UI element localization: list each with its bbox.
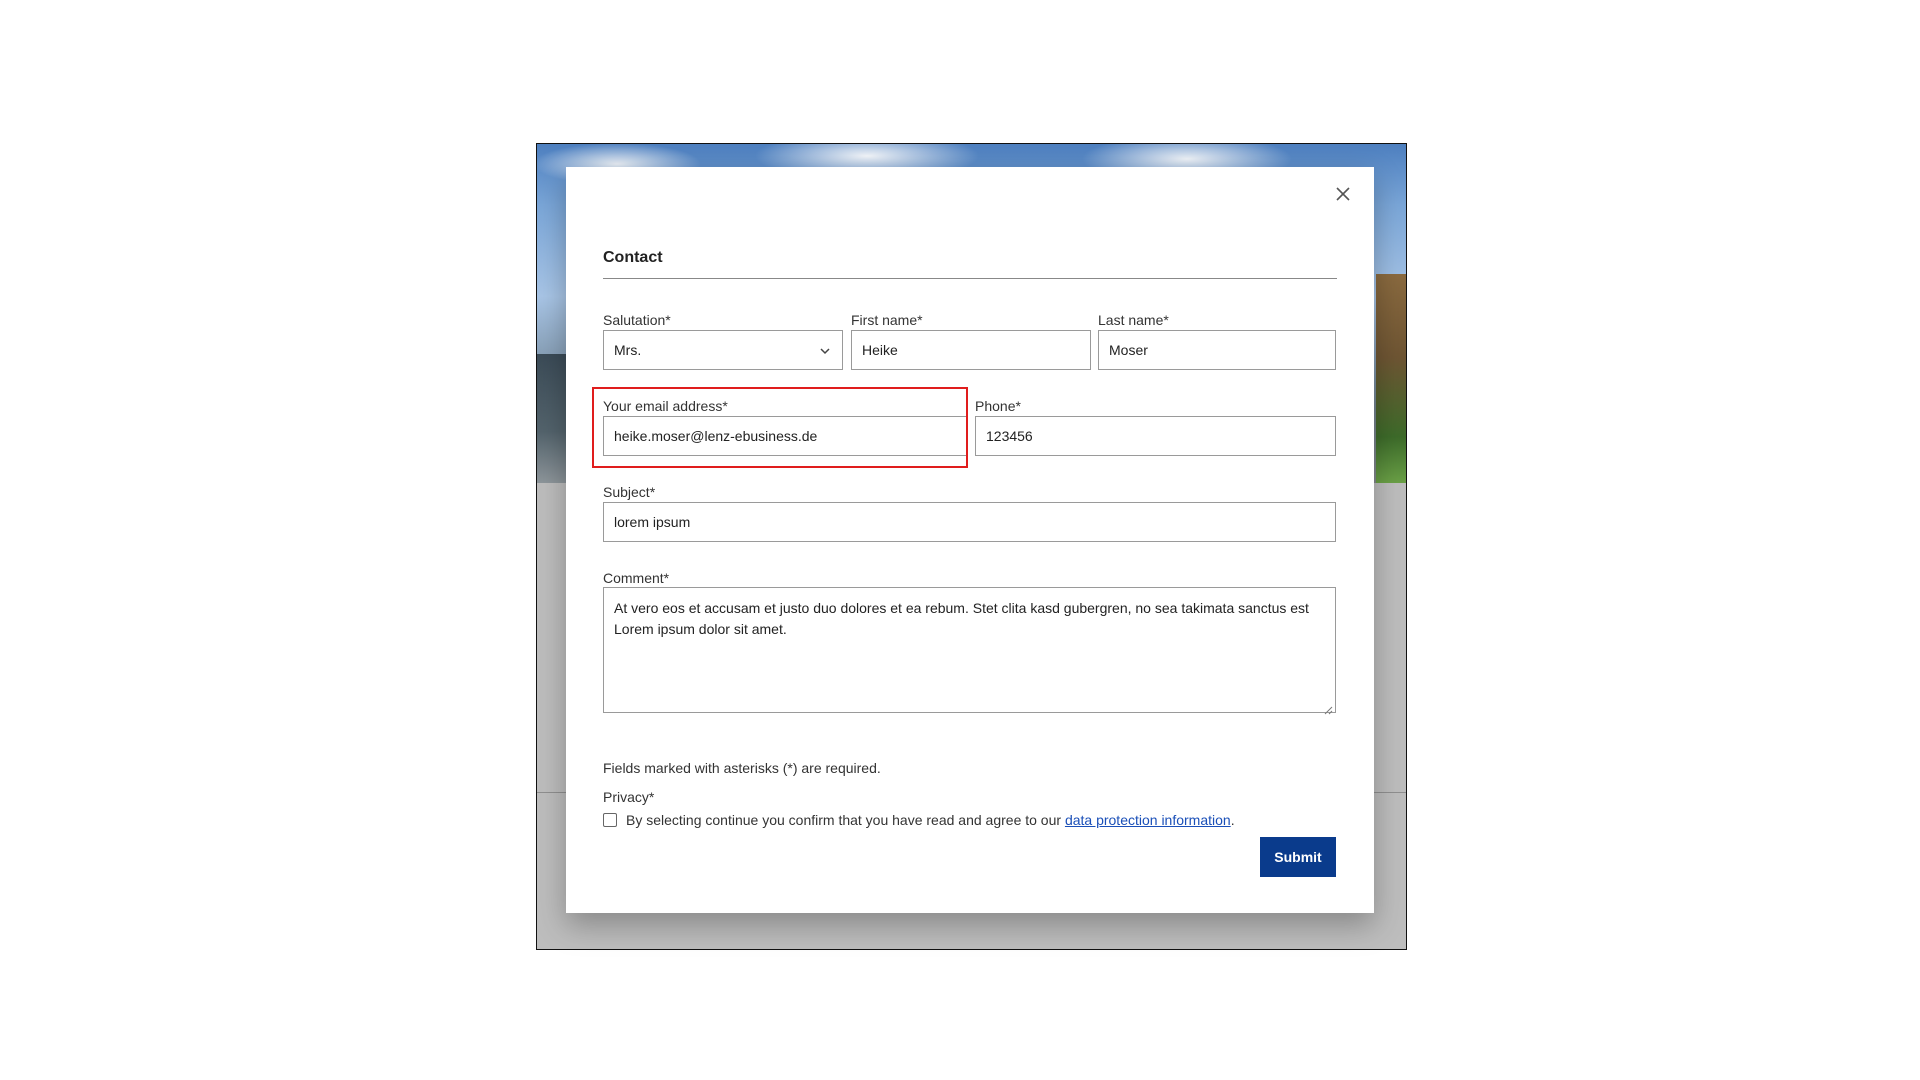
first-name-field[interactable]: Heike [851, 330, 1091, 370]
salutation-select[interactable]: Mrs. [603, 330, 843, 370]
background-building-left [537, 354, 567, 483]
privacy-checkbox[interactable] [603, 813, 617, 827]
close-icon[interactable] [1330, 181, 1356, 207]
privacy-label: Privacy* [603, 789, 655, 805]
subject-field[interactable]: lorem ipsum [603, 502, 1336, 542]
comment-value: At vero eos et accusam et justo duo dolo… [614, 600, 1309, 637]
privacy-text-after: . [1230, 812, 1235, 828]
contact-modal: Contact Salutation* Mrs. First name* Hei… [566, 167, 1374, 913]
phone-value: 123456 [986, 428, 1033, 444]
background-building-right [1376, 274, 1406, 483]
phone-label: Phone* [975, 398, 1021, 414]
submit-button[interactable]: Submit [1260, 837, 1336, 877]
required-fields-note: Fields marked with asterisks (*) are req… [603, 760, 881, 776]
title-divider [603, 278, 1337, 279]
email-label: Your email address* [603, 398, 728, 414]
data-protection-link[interactable]: data protection information [1065, 812, 1231, 828]
first-name-value: Heike [862, 342, 898, 358]
phone-field[interactable]: 123456 [975, 416, 1336, 456]
privacy-text-before: By selecting continue you confirm that y… [626, 812, 1065, 828]
comment-label: Comment* [603, 570, 670, 586]
email-field[interactable]: heike.moser@lenz-ebusiness.de [603, 416, 967, 456]
chevron-down-icon [818, 344, 832, 358]
last-name-field[interactable]: Moser [1098, 330, 1336, 370]
comment-textarea[interactable]: At vero eos et accusam et justo duo dolo… [603, 587, 1336, 715]
resize-grip-icon[interactable] [1323, 700, 1333, 715]
salutation-value: Mrs. [614, 342, 642, 358]
modal-title: Contact [603, 249, 663, 266]
privacy-consent-row: By selecting continue you confirm that y… [603, 812, 1235, 828]
first-name-label: First name* [851, 312, 923, 328]
last-name-label: Last name* [1098, 312, 1169, 328]
subject-label: Subject* [603, 484, 656, 500]
last-name-value: Moser [1109, 342, 1148, 358]
salutation-label: Salutation* [603, 312, 671, 328]
subject-value: lorem ipsum [614, 514, 691, 530]
email-value: heike.moser@lenz-ebusiness.de [614, 428, 818, 444]
